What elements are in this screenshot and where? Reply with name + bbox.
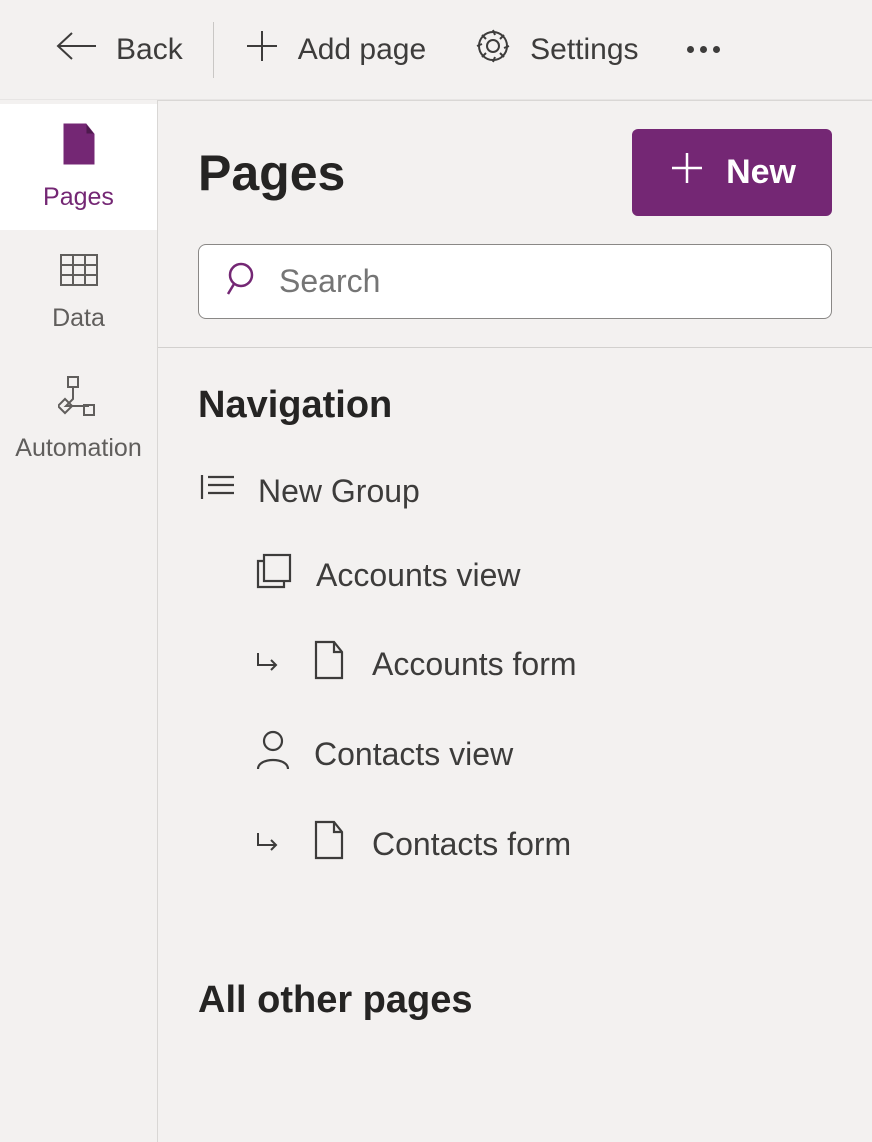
nav-item-contacts-view[interactable]: Contacts view xyxy=(158,709,872,799)
left-rail: Pages Data xyxy=(0,100,158,1142)
nav-item-label: Accounts view xyxy=(316,557,521,594)
settings-label: Settings xyxy=(530,33,638,67)
form-file-icon xyxy=(312,819,346,869)
child-arrow-icon xyxy=(254,646,282,683)
more-button[interactable] xyxy=(663,46,744,53)
left-rail-item-data[interactable]: Data xyxy=(0,230,157,356)
person-icon xyxy=(254,729,292,779)
nav-item-accounts-view[interactable]: Accounts view xyxy=(158,531,872,619)
dot-icon xyxy=(713,46,720,53)
nav-item-label: Accounts form xyxy=(372,646,577,683)
dot-icon xyxy=(700,46,707,53)
nav-item-contacts-form[interactable]: Contacts form xyxy=(158,799,872,889)
flow-icon xyxy=(58,375,100,424)
nav-item-label: Contacts view xyxy=(314,736,513,773)
left-rail-label: Automation xyxy=(15,434,141,463)
nav-group[interactable]: New Group xyxy=(158,451,872,531)
gear-icon xyxy=(474,27,512,73)
page-icon xyxy=(60,122,98,173)
search-box[interactable] xyxy=(198,244,832,319)
settings-button[interactable]: Settings xyxy=(450,27,662,73)
navigation-section-title: Navigation xyxy=(158,348,872,451)
group-list-icon xyxy=(198,471,236,511)
view-stack-icon xyxy=(254,551,294,599)
back-arrow-icon xyxy=(54,31,98,69)
nav-item-accounts-form[interactable]: Accounts form xyxy=(158,619,872,709)
toolbar-divider xyxy=(213,22,214,78)
left-rail-label: Pages xyxy=(43,183,114,212)
add-page-button[interactable]: Add page xyxy=(220,28,450,72)
nav-item-label: Contacts form xyxy=(372,826,571,863)
plus-icon xyxy=(668,149,706,196)
search-input[interactable] xyxy=(279,263,805,300)
page-title: Pages xyxy=(198,144,345,202)
dot-icon xyxy=(687,46,694,53)
nav-group-label: New Group xyxy=(258,473,420,510)
left-rail-label: Data xyxy=(52,304,105,333)
form-file-icon xyxy=(312,639,346,689)
new-button[interactable]: New xyxy=(632,129,832,216)
left-rail-item-automation[interactable]: Automation xyxy=(0,356,157,482)
search-icon xyxy=(225,261,261,302)
new-button-label: New xyxy=(726,153,796,192)
left-rail-item-pages[interactable]: Pages xyxy=(0,104,157,230)
top-toolbar: Back Add page Settings xyxy=(0,0,872,100)
back-button[interactable]: Back xyxy=(30,31,207,69)
back-label: Back xyxy=(116,33,183,67)
table-icon xyxy=(59,253,99,294)
add-page-label: Add page xyxy=(298,33,426,67)
main-panel: Pages New xyxy=(158,100,872,1142)
child-arrow-icon xyxy=(254,826,282,863)
plus-icon xyxy=(244,28,280,72)
all-other-pages-title: All other pages xyxy=(158,889,872,1046)
